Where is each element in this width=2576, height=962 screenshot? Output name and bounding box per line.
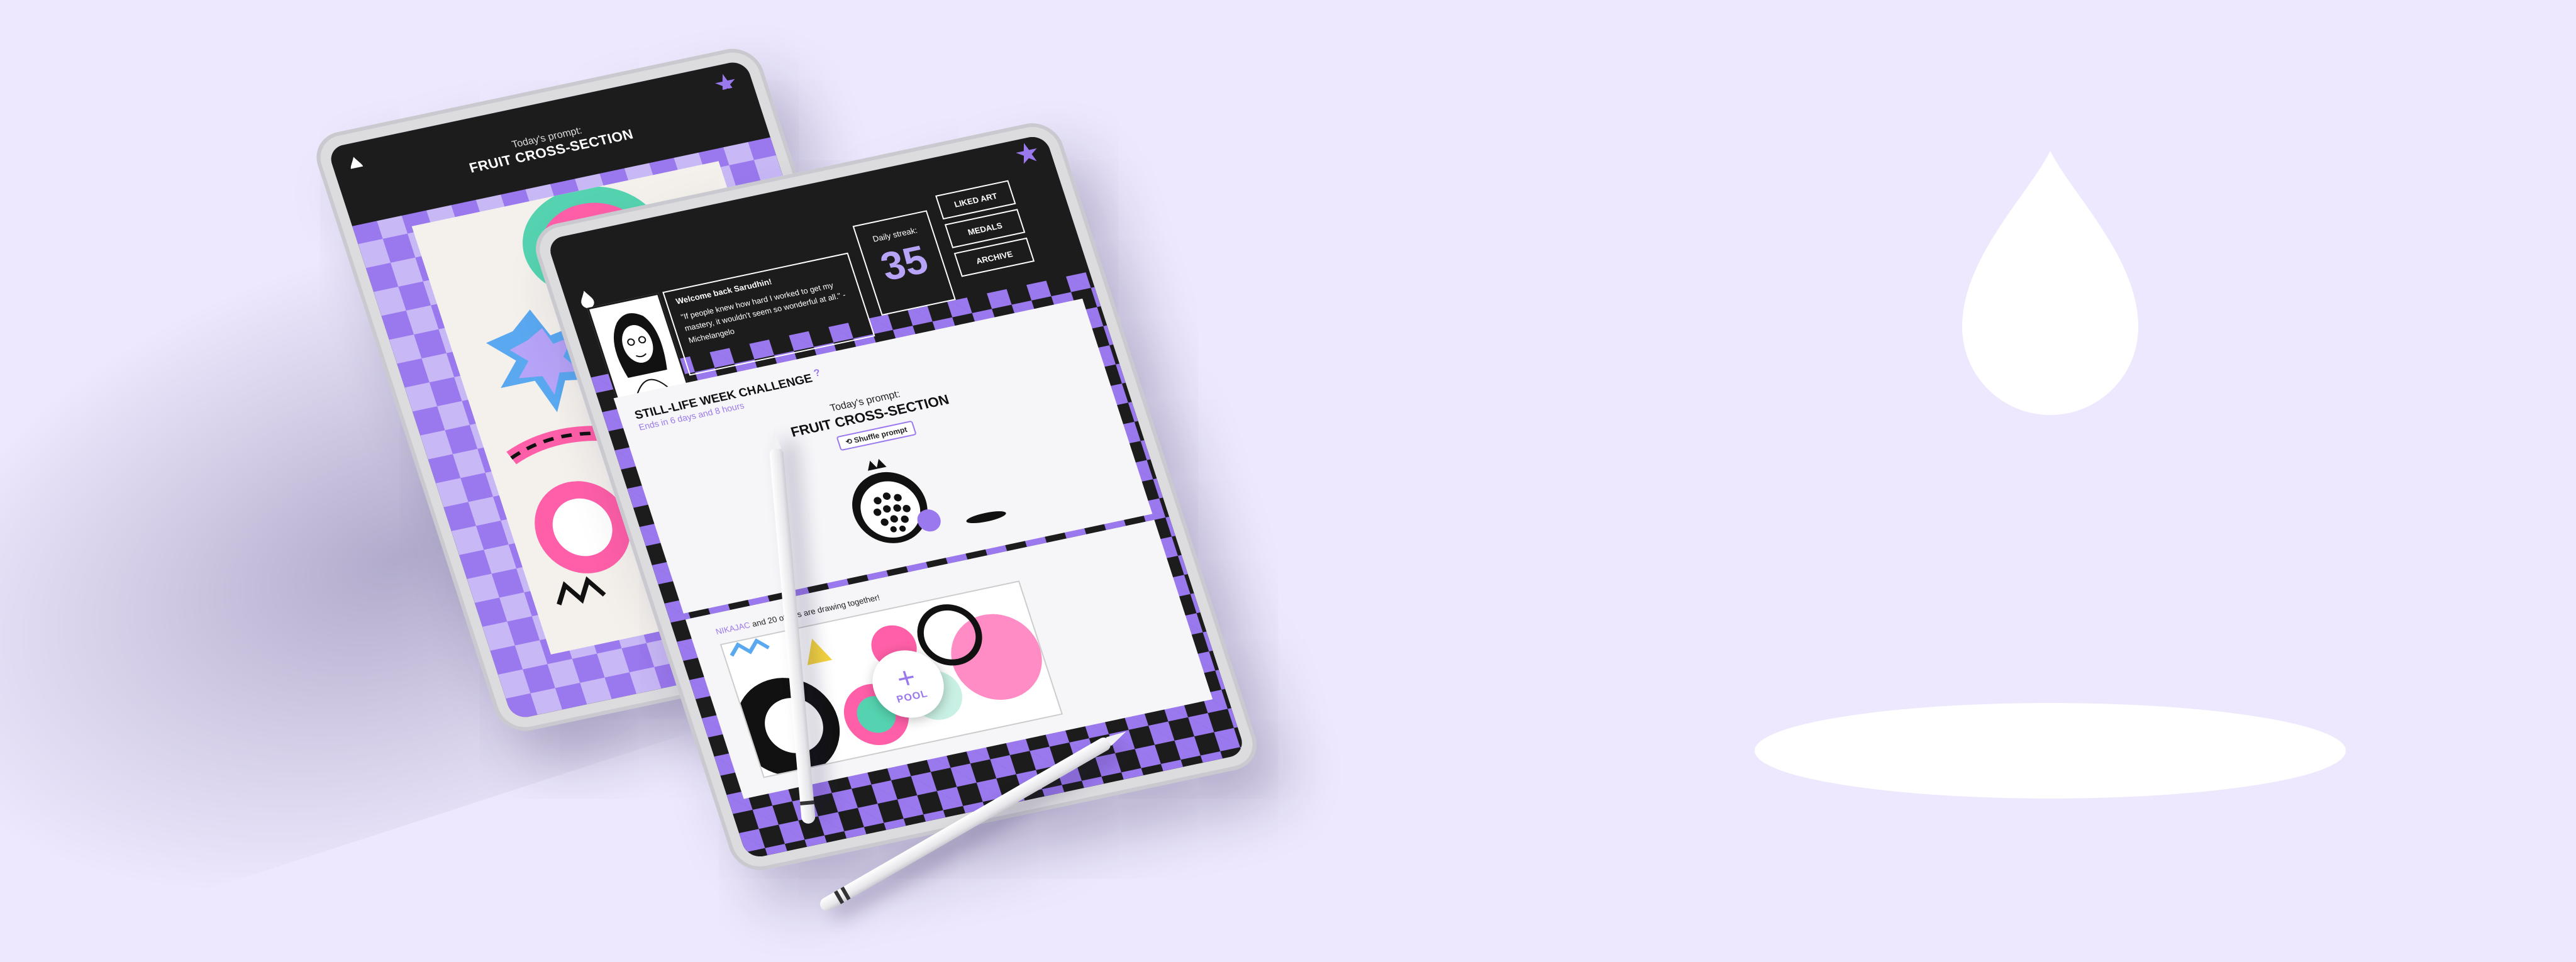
streak-value: 35 xyxy=(875,236,933,289)
pool-username[interactable]: NIKAJAC xyxy=(714,620,752,636)
drop-logo-icon xyxy=(1962,151,2138,415)
star-icon[interactable] xyxy=(1013,140,1042,167)
help-icon[interactable]: ? xyxy=(813,367,822,379)
drop-logo-puddle xyxy=(1755,703,2346,799)
brush-stroke-decoration xyxy=(966,511,1006,524)
pencil-band xyxy=(800,800,814,805)
front-tablet: Welcome back Sarudhin! "If people knew h… xyxy=(528,118,1264,876)
pencil-tip xyxy=(769,428,781,450)
shuffle-label: Shuffle prompt xyxy=(852,425,909,445)
drop-icon xyxy=(581,290,594,309)
pool-button-label: POOL xyxy=(895,688,930,705)
plus-icon: + xyxy=(892,661,921,697)
front-tablet-screen: Welcome back Sarudhin! "If people knew h… xyxy=(546,134,1246,860)
welcome-quote: "If people knew how hard I worked to get… xyxy=(679,280,847,345)
pomegranate-illustration xyxy=(852,458,941,543)
